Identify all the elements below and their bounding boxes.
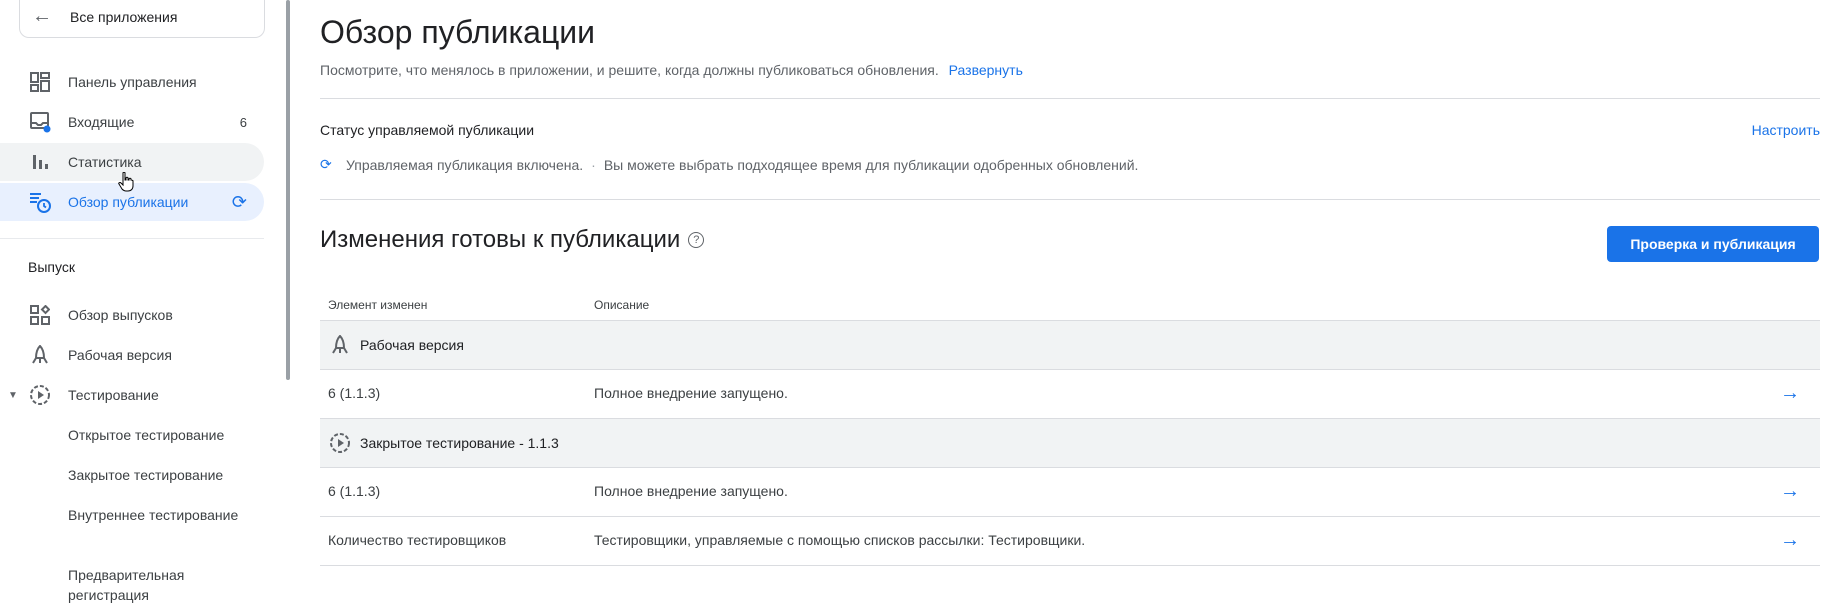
- testing-icon: [328, 431, 352, 455]
- element-cell: Количество тестировщиков: [328, 532, 507, 548]
- sidebar-item-testing[interactable]: ▼ Тестирование: [0, 376, 264, 414]
- main-content: Обзор публикации Посмотрите, что менялос…: [320, 0, 1820, 607]
- expand-link[interactable]: Развернуть: [949, 62, 1023, 78]
- sidebar-item-label: Тестирование: [68, 387, 159, 403]
- table-bottom-border: [320, 565, 1820, 566]
- bar-chart-icon: [28, 150, 52, 174]
- rocket-icon: [28, 343, 52, 367]
- group-label: Рабочая версия: [360, 337, 464, 353]
- table-group-row: Рабочая версия: [320, 320, 1820, 369]
- page-subtitle: Посмотрите, что менялось в приложении, и…: [320, 62, 1023, 78]
- table-group-row: Закрытое тестирование - 1.1.3: [320, 418, 1820, 467]
- configure-link[interactable]: Настроить: [1752, 122, 1820, 138]
- subtitle-text: Посмотрите, что менялось в приложении, и…: [320, 62, 939, 78]
- sidebar-item-label: Обзор выпусков: [68, 307, 173, 323]
- sidebar-divider: [0, 238, 264, 239]
- releases-overview-icon: [28, 303, 52, 327]
- element-cell: 6 (1.1.3): [328, 385, 381, 401]
- all-apps-button[interactable]: ← Все приложения: [19, 0, 265, 38]
- element-cell: 6 (1.1.3): [328, 483, 381, 499]
- arrow-forward-icon[interactable]: →: [1780, 382, 1800, 405]
- status-enabled-text: Управляемая публикация включена.: [346, 156, 584, 173]
- changes-title-text: Изменения готовы к публикации: [320, 226, 681, 253]
- changes-title: Изменения готовы к публикации ?: [320, 226, 705, 254]
- group-production: Рабочая версия: [328, 333, 464, 357]
- help-icon[interactable]: ?: [688, 232, 705, 248]
- sidebar-item-closed-testing[interactable]: Закрытое тестирование: [68, 465, 248, 485]
- release-section-heading: Выпуск: [28, 259, 75, 275]
- sidebar-item-inbox[interactable]: Входящие 6: [0, 103, 264, 141]
- table-row[interactable]: Количество тестировщиков Тестировщики, у…: [320, 516, 1820, 565]
- sidebar-item-label: Входящие: [68, 114, 135, 130]
- sidebar-item-production[interactable]: Рабочая версия: [0, 336, 264, 374]
- managed-publishing-status: ⟳ Управляемая публикация включена. · Вы …: [320, 156, 1138, 173]
- changes-table: Элемент изменен Описание Рабочая версия …: [320, 288, 1820, 566]
- sidebar-item-pre-registration[interactable]: Предварительная регистрация: [68, 565, 248, 605]
- section-divider: [320, 199, 1820, 200]
- description-cell: Полное внедрение запущено.: [594, 483, 788, 499]
- sidebar-item-label: Статистика: [68, 154, 142, 170]
- sidebar-item-internal-testing[interactable]: Внутреннее тестирование: [68, 505, 248, 525]
- page-title: Обзор публикации: [320, 14, 596, 50]
- sidebar-item-dashboard[interactable]: Панель управления: [0, 63, 264, 101]
- sidebar-scrollbar[interactable]: [286, 0, 290, 380]
- sidebar-item-label: Панель управления: [68, 74, 197, 90]
- sidebar-item-open-testing[interactable]: Открытое тестирование: [68, 425, 248, 445]
- rocket-icon: [328, 333, 352, 357]
- table-row[interactable]: 6 (1.1.3) Полное внедрение запущено. →: [320, 467, 1820, 516]
- managed-publishing-status-title: Статус управляемой публикации: [320, 122, 535, 138]
- sidebar: ← Все приложения Панель управления Входя…: [0, 0, 290, 607]
- status-hint-text: Вы можете выбрать подходящее время для п…: [603, 156, 1139, 173]
- sync-icon: ⟳: [231, 191, 247, 212]
- inbox-count-badge: 6: [239, 114, 247, 130]
- description-cell: Тестировщики, управляемые с помощью спис…: [594, 532, 1086, 548]
- sync-icon: ⟳: [320, 156, 332, 172]
- dashboard-icon: [28, 70, 52, 94]
- chevron-down-icon[interactable]: ▼: [8, 390, 18, 401]
- all-apps-label: Все приложения: [70, 8, 178, 25]
- arrow-forward-icon[interactable]: →: [1780, 529, 1800, 552]
- publishing-overview-icon: [28, 190, 52, 214]
- testing-icon: [28, 383, 52, 407]
- col-description-header: Описание: [594, 298, 650, 312]
- col-element-header: Элемент изменен: [328, 298, 428, 312]
- section-divider: [320, 98, 1820, 99]
- arrow-forward-icon[interactable]: →: [1780, 480, 1800, 503]
- group-label: Закрытое тестирование - 1.1.3: [360, 435, 559, 451]
- sidebar-item-label: Рабочая версия: [68, 347, 172, 363]
- review-and-publish-button[interactable]: Проверка и публикация: [1607, 226, 1819, 262]
- table-row[interactable]: 6 (1.1.3) Полное внедрение запущено. →: [320, 369, 1820, 418]
- group-closed-testing: Закрытое тестирование - 1.1.3: [328, 431, 559, 455]
- arrow-back-icon: ←: [32, 5, 52, 27]
- inbox-icon: [28, 110, 52, 134]
- description-cell: Полное внедрение запущено.: [594, 385, 788, 401]
- table-header: Элемент изменен Описание: [320, 288, 1820, 320]
- hand-cursor-icon: [118, 171, 134, 197]
- separator-dot: ·: [591, 156, 596, 173]
- sidebar-item-releases-overview[interactable]: Обзор выпусков: [0, 296, 264, 334]
